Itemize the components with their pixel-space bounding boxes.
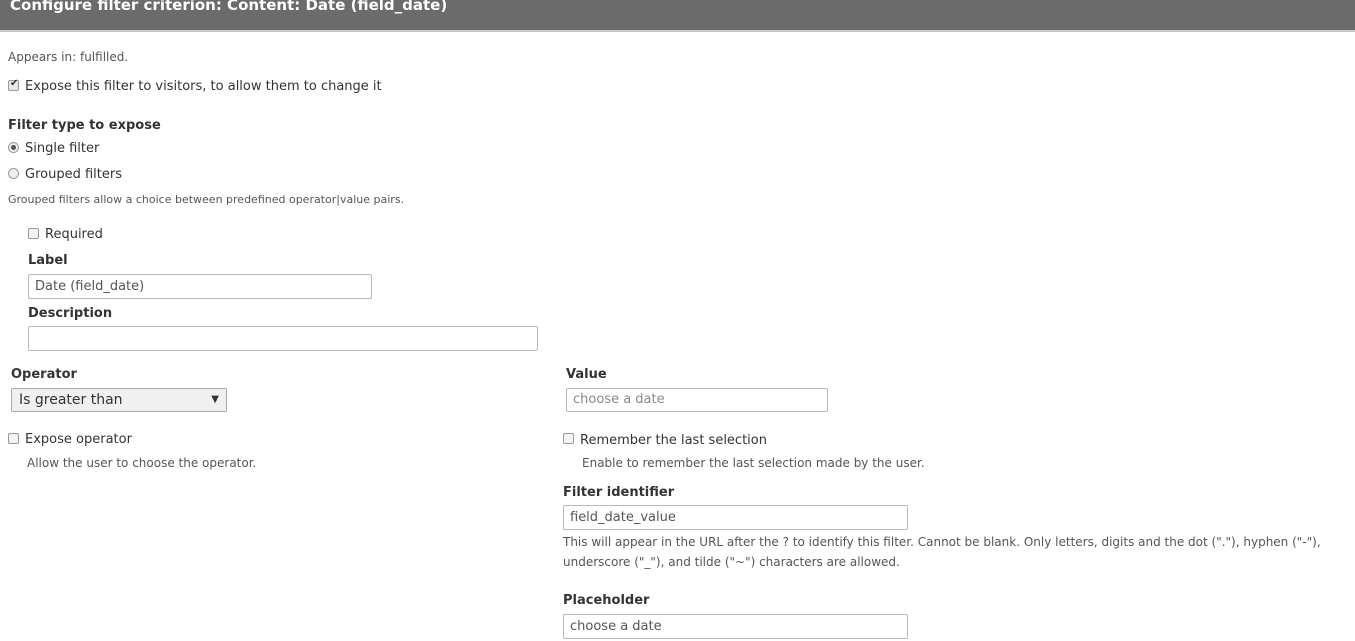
remember-help: Enable to remember the last selection ma… [582, 456, 925, 470]
dialog-title: Configure filter criterion: Content: Dat… [10, 0, 448, 14]
expose-operator-label: Expose operator [25, 432, 132, 447]
operator-select[interactable]: Is greater than ▼ [11, 388, 227, 412]
identifier-help-cont: underscore ("_"), and tilde ("~") charac… [563, 555, 900, 569]
filter-type-heading: Filter type to expose [8, 118, 161, 133]
identifier-input[interactable]: field_date_value [563, 505, 908, 530]
placeholder-input[interactable]: choose a date [563, 614, 908, 639]
description-label: Description [28, 306, 113, 321]
identifier-help: This will appear in the URL after the ? … [563, 535, 1321, 549]
chevron-down-icon: ▼ [211, 394, 219, 405]
check-icon: ✔ [10, 78, 19, 89]
expose-operator-checkbox[interactable] [8, 433, 19, 444]
label-input[interactable]: Date (field_date) [28, 274, 372, 299]
expose-label: Expose this filter to visitors, to allow… [25, 79, 382, 94]
filter-type-help: Grouped filters allow a choice between p… [8, 193, 405, 206]
required-checkbox[interactable] [28, 228, 39, 239]
identifier-label: Filter identifier [563, 485, 675, 500]
expose-operator-help: Allow the user to choose the operator. [27, 456, 257, 470]
radio-grouped-filters[interactable] [8, 168, 19, 179]
operator-label: Operator [11, 367, 77, 382]
radio-single-filter-label: Single filter [25, 141, 100, 156]
appears-in: Appears in: fulfilled. [8, 50, 129, 64]
placeholder-label: Placeholder [563, 593, 650, 608]
required-label: Required [45, 227, 103, 242]
value-label: Value [566, 367, 607, 382]
operator-value: Is greater than [19, 392, 123, 408]
radio-grouped-filters-label: Grouped filters [25, 167, 122, 182]
description-input[interactable] [28, 326, 538, 351]
remember-checkbox[interactable] [563, 433, 574, 444]
remember-label: Remember the last selection [580, 433, 767, 448]
value-input[interactable]: choose a date [566, 388, 828, 412]
radio-single-filter[interactable] [8, 142, 19, 153]
label-field-label: Label [28, 253, 68, 268]
expose-checkbox[interactable]: ✔ [8, 78, 19, 91]
dialog-header: Configure filter criterion: Content: Dat… [0, 0, 1355, 32]
